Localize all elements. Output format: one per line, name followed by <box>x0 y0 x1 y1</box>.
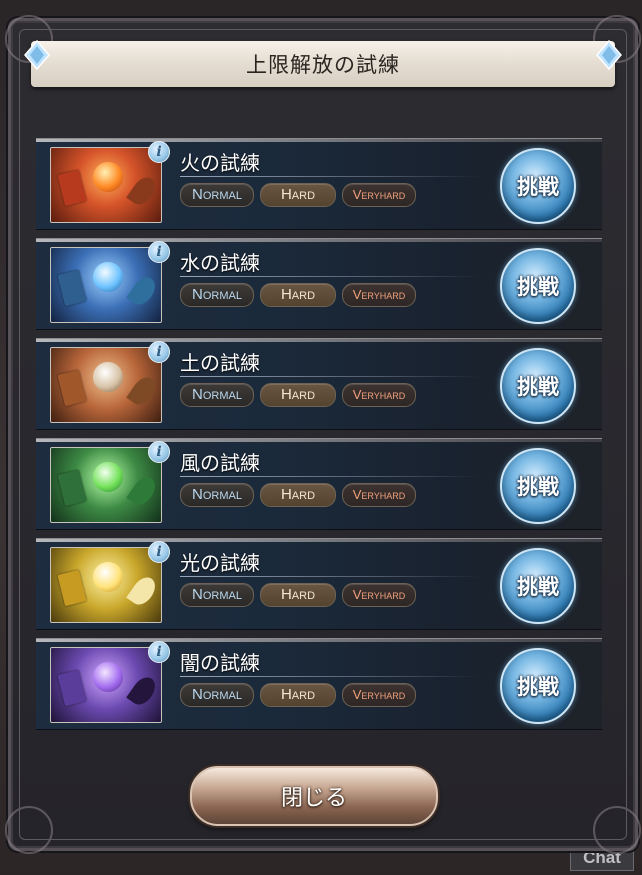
feather-icon <box>126 672 160 710</box>
hard-button[interactable]: Hard <box>260 383 336 407</box>
info-icon[interactable]: i <box>148 341 170 363</box>
trial-row-dark: i 闇の試練 Normal Hard Veryhard 挑戦 <box>36 638 602 730</box>
hard-button[interactable]: Hard <box>260 583 336 607</box>
normal-button[interactable]: Normal <box>180 483 254 507</box>
info-icon[interactable]: i <box>148 141 170 163</box>
normal-button[interactable]: Normal <box>180 583 254 607</box>
challenge-button[interactable]: 挑戦 <box>500 548 576 624</box>
trial-row-wind: i 風の試練 Normal Hard Veryhard 挑戦 <box>36 438 602 530</box>
orb-icon <box>93 262 123 292</box>
info-icon[interactable]: i <box>148 541 170 563</box>
feather-icon <box>126 272 160 310</box>
corner-ornament <box>5 806 53 854</box>
book-icon <box>57 469 87 507</box>
hard-button[interactable]: Hard <box>260 283 336 307</box>
info-icon[interactable]: i <box>148 241 170 263</box>
veryhard-button[interactable]: Veryhard <box>342 183 416 207</box>
challenge-button[interactable]: 挑戦 <box>500 248 576 324</box>
normal-button[interactable]: Normal <box>180 683 254 707</box>
feather-icon <box>126 572 160 610</box>
normal-button[interactable]: Normal <box>180 283 254 307</box>
trial-name: 光の試練 <box>180 551 260 575</box>
info-icon[interactable]: i <box>148 441 170 463</box>
trial-row-fire: i 火の試練 Normal Hard Veryhard 挑戦 <box>36 138 602 230</box>
trial-name: 闇の試練 <box>180 651 260 675</box>
trial-thumbnail <box>50 447 162 523</box>
divider <box>180 676 480 677</box>
trial-thumbnail <box>50 547 162 623</box>
orb-icon <box>93 562 123 592</box>
divider <box>180 276 480 277</box>
trial-name: 水の試練 <box>180 251 260 275</box>
trial-thumbnail <box>50 347 162 423</box>
book-icon <box>57 569 87 607</box>
hard-button[interactable]: Hard <box>260 683 336 707</box>
feather-icon <box>126 172 160 210</box>
trial-thumbnail <box>50 647 162 723</box>
veryhard-button[interactable]: Veryhard <box>342 583 416 607</box>
hard-button[interactable]: Hard <box>260 483 336 507</box>
trial-name: 風の試練 <box>180 451 260 475</box>
book-icon <box>57 369 87 407</box>
trial-row-light: i 光の試練 Normal Hard Veryhard 挑戦 <box>36 538 602 630</box>
divider <box>180 376 480 377</box>
dialog-title-bar: 上限解放の試練 <box>24 39 622 87</box>
challenge-button[interactable]: 挑戦 <box>500 448 576 524</box>
info-icon[interactable]: i <box>148 641 170 663</box>
close-button[interactable]: 閉じる <box>190 766 438 826</box>
trial-name: 火の試練 <box>180 151 260 175</box>
veryhard-button[interactable]: Veryhard <box>342 683 416 707</box>
trial-thumbnail <box>50 147 162 223</box>
book-icon <box>57 169 87 207</box>
veryhard-button[interactable]: Veryhard <box>342 383 416 407</box>
normal-button[interactable]: Normal <box>180 383 254 407</box>
gem-icon <box>596 39 622 71</box>
trial-name: 土の試練 <box>180 351 260 375</box>
book-icon <box>57 269 87 307</box>
book-icon <box>57 669 87 707</box>
orb-icon <box>93 162 123 192</box>
trial-row-water: i 水の試練 Normal Hard Veryhard 挑戦 <box>36 238 602 330</box>
corner-ornament <box>593 806 641 854</box>
orb-icon <box>93 662 123 692</box>
dialog-title: 上限解放の試練 <box>246 53 400 77</box>
hard-button[interactable]: Hard <box>260 183 336 207</box>
orb-icon <box>93 362 123 392</box>
veryhard-button[interactable]: Veryhard <box>342 283 416 307</box>
orb-icon <box>93 462 123 492</box>
normal-button[interactable]: Normal <box>180 183 254 207</box>
divider <box>180 576 480 577</box>
feather-icon <box>126 372 160 410</box>
gem-icon <box>24 39 50 71</box>
veryhard-button[interactable]: Veryhard <box>342 483 416 507</box>
divider <box>180 476 480 477</box>
challenge-button[interactable]: 挑戦 <box>500 648 576 724</box>
feather-icon <box>126 472 160 510</box>
trial-row-earth: i 土の試練 Normal Hard Veryhard 挑戦 <box>36 338 602 430</box>
trial-thumbnail <box>50 247 162 323</box>
challenge-button[interactable]: 挑戦 <box>500 148 576 224</box>
challenge-button[interactable]: 挑戦 <box>500 348 576 424</box>
divider <box>180 176 480 177</box>
